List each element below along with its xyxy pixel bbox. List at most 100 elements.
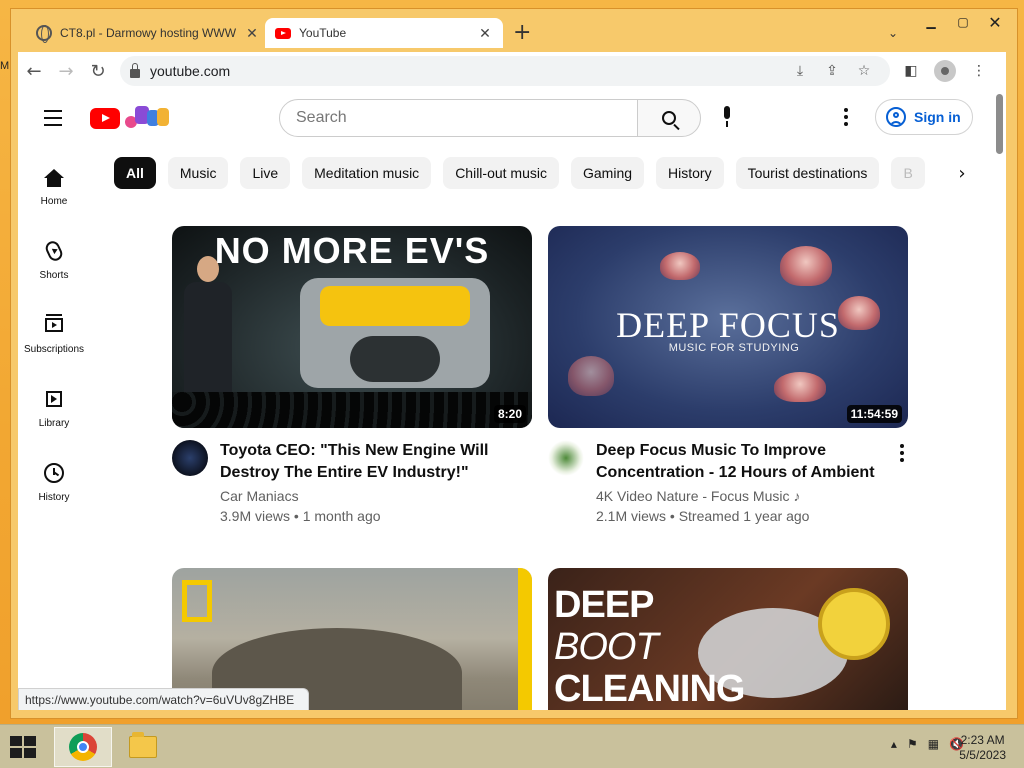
guide-item-library[interactable]: Library bbox=[18, 368, 90, 442]
chip-music[interactable]: Music bbox=[167, 157, 229, 189]
library-icon bbox=[46, 391, 62, 407]
guide-item-shorts[interactable]: Shorts bbox=[18, 220, 90, 294]
desktop-stray-text: M bbox=[0, 60, 10, 72]
search-button[interactable] bbox=[637, 99, 701, 137]
guide-label: Library bbox=[38, 418, 70, 429]
thumbnail-subtitle: MUSIC FOR STUDYING bbox=[668, 342, 800, 354]
duration-badge: 11:54:59 bbox=[846, 405, 902, 423]
side-panel-icon[interactable]: ◧ bbox=[894, 63, 928, 79]
forward-icon[interactable]: → bbox=[50, 55, 82, 87]
video-thumbnail[interactable]: DEEP BOOT CLEANING bbox=[548, 568, 908, 710]
guide-label: Home bbox=[40, 196, 68, 207]
guide-label: Shorts bbox=[39, 270, 69, 281]
video-card[interactable]: DEEP FOCUS MUSIC FOR STUDYING 11:54:59 D… bbox=[548, 226, 908, 524]
guide-label: Subscriptions bbox=[23, 344, 85, 355]
lock-icon bbox=[130, 62, 140, 78]
scrollbar-thumb[interactable] bbox=[996, 94, 1003, 154]
status-link-bubble: https://www.youtube.com/watch?v=6uVUv8gZ… bbox=[18, 688, 310, 710]
crowd-image bbox=[172, 392, 532, 428]
video-card[interactable]: NO MORE EV'S 8:20 Toyota CEO: "This New … bbox=[172, 226, 532, 524]
new-tab-icon[interactable]: + bbox=[513, 22, 531, 44]
tab-close-icon[interactable]: ✕ bbox=[477, 25, 493, 42]
video-menu-kebab-icon[interactable] bbox=[900, 444, 904, 465]
chip-truncated[interactable]: B bbox=[891, 157, 925, 189]
chrome-menu-icon[interactable]: ⋮ bbox=[962, 63, 996, 79]
sign-in-button[interactable]: Sign in bbox=[875, 99, 973, 135]
page-scrollbar[interactable] bbox=[992, 90, 1006, 710]
taskbar: ▴ ⚑ ▦ 🔇 2:23 AM 5/5/2023 bbox=[0, 724, 1024, 768]
browser-toolbar: ← → ↻ youtube.com ⤓ ⇪ ☆ ◧ ⋮ bbox=[18, 52, 1006, 90]
clock-date: 5/5/2023 bbox=[959, 748, 1006, 762]
duration-badge: 8:20 bbox=[493, 405, 526, 423]
history-icon bbox=[44, 463, 64, 483]
chip-meditation-music[interactable]: Meditation music bbox=[302, 157, 432, 189]
thumbnail-line: DEEP bbox=[554, 584, 654, 626]
tab-search-chevron-icon[interactable]: ⌄ bbox=[888, 26, 898, 40]
chip-live[interactable]: Live bbox=[240, 157, 291, 189]
flag-icon[interactable]: ⚑ bbox=[907, 737, 918, 751]
youtube-favicon-icon bbox=[275, 27, 291, 39]
guide-item-home[interactable]: Home bbox=[18, 146, 90, 220]
chip-history[interactable]: History bbox=[656, 157, 724, 189]
tab-youtube[interactable]: YouTube ✕ bbox=[265, 18, 503, 48]
taskbar-clock[interactable]: 2:23 AM 5/5/2023 bbox=[959, 733, 1006, 763]
hamburger-menu-icon[interactable] bbox=[44, 110, 62, 131]
windows-start-icon[interactable] bbox=[10, 736, 38, 760]
guide-item-history[interactable]: History bbox=[18, 442, 90, 516]
chip-bar: All Music Live Meditation music Chill-ou… bbox=[114, 157, 964, 189]
system-tray: ▴ ⚑ ▦ 🔇 bbox=[881, 737, 964, 751]
tab-close-icon[interactable]: ✕ bbox=[244, 25, 260, 42]
reload-icon[interactable]: ↻ bbox=[82, 55, 114, 87]
video-card[interactable]: DEEP BOOT CLEANING bbox=[548, 568, 908, 710]
home-icon bbox=[44, 168, 64, 187]
channel-avatar[interactable] bbox=[548, 440, 584, 476]
subscriptions-icon bbox=[45, 314, 63, 332]
video-title[interactable]: Toyota CEO: "This New Engine Will Destro… bbox=[220, 440, 508, 484]
install-icon[interactable]: ⤓ bbox=[784, 63, 816, 79]
thumbnail-line: CLEANING bbox=[554, 668, 745, 710]
tab-ct8[interactable]: CT8.pl - Darmowy hosting WWW ✕ bbox=[26, 18, 270, 48]
masthead: Search Sign in bbox=[18, 90, 992, 146]
engine-image bbox=[300, 278, 490, 388]
address-bar[interactable]: youtube.com ⤓ ⇪ ☆ bbox=[120, 56, 890, 86]
youtube-logo-icon[interactable] bbox=[90, 108, 120, 129]
microphone-icon[interactable] bbox=[721, 106, 733, 130]
taskbar-file-explorer[interactable] bbox=[114, 727, 172, 767]
chip-chill-out-music[interactable]: Chill-out music bbox=[443, 157, 559, 189]
profile-avatar-icon[interactable] bbox=[934, 60, 956, 82]
polish-tin-image bbox=[818, 588, 890, 660]
channel-avatar[interactable] bbox=[172, 440, 208, 476]
search-input[interactable]: Search bbox=[279, 99, 638, 137]
shorts-icon bbox=[43, 238, 65, 264]
tray-chevron-icon[interactable]: ▴ bbox=[891, 737, 897, 751]
video-stats: 3.9M views • 1 month ago bbox=[220, 508, 381, 524]
share-icon[interactable]: ⇪ bbox=[816, 63, 848, 79]
tab-strip: CT8.pl - Darmowy hosting WWW ✕ YouTube ✕… bbox=[8, 12, 1016, 48]
video-title[interactable]: Deep Focus Music To Improve Concentratio… bbox=[596, 440, 884, 484]
channel-name[interactable]: 4K Video Nature - Focus Music ♪ bbox=[596, 488, 884, 504]
folder-icon bbox=[129, 732, 157, 758]
chip-next-chevron-icon[interactable]: › bbox=[948, 157, 976, 189]
taskbar-chrome[interactable] bbox=[54, 727, 112, 767]
person-image bbox=[180, 256, 236, 406]
network-icon[interactable]: ▦ bbox=[928, 737, 939, 751]
search-icon bbox=[662, 111, 676, 125]
youtube-page: Search Sign in Home Shorts Subscriptions… bbox=[18, 90, 1006, 710]
bookmark-star-icon[interactable]: ☆ bbox=[848, 63, 880, 79]
channel-name[interactable]: Car Maniacs bbox=[220, 488, 508, 504]
youtube-doodle-icon[interactable] bbox=[125, 102, 173, 130]
video-stats: 2.1M views • Streamed 1 year ago bbox=[596, 508, 810, 524]
tab-title: YouTube bbox=[299, 26, 347, 40]
chip-tourist-destinations[interactable]: Tourist destinations bbox=[735, 157, 880, 189]
address-url[interactable]: youtube.com bbox=[150, 63, 784, 79]
guide-item-subscriptions[interactable]: Subscriptions bbox=[18, 294, 90, 368]
thumbnail-title: DEEP FOCUS bbox=[616, 305, 840, 345]
settings-kebab-icon[interactable] bbox=[844, 108, 848, 129]
guide-sidebar: Home Shorts Subscriptions Library Histor… bbox=[18, 146, 90, 516]
tab-title: CT8.pl - Darmowy hosting WWW bbox=[60, 26, 237, 40]
chip-all[interactable]: All bbox=[114, 157, 156, 189]
back-icon[interactable]: ← bbox=[18, 55, 50, 87]
chip-gaming[interactable]: Gaming bbox=[571, 157, 645, 189]
video-thumbnail[interactable]: DEEP FOCUS MUSIC FOR STUDYING 11:54:59 bbox=[548, 226, 908, 428]
video-thumbnail[interactable]: NO MORE EV'S 8:20 bbox=[172, 226, 532, 428]
